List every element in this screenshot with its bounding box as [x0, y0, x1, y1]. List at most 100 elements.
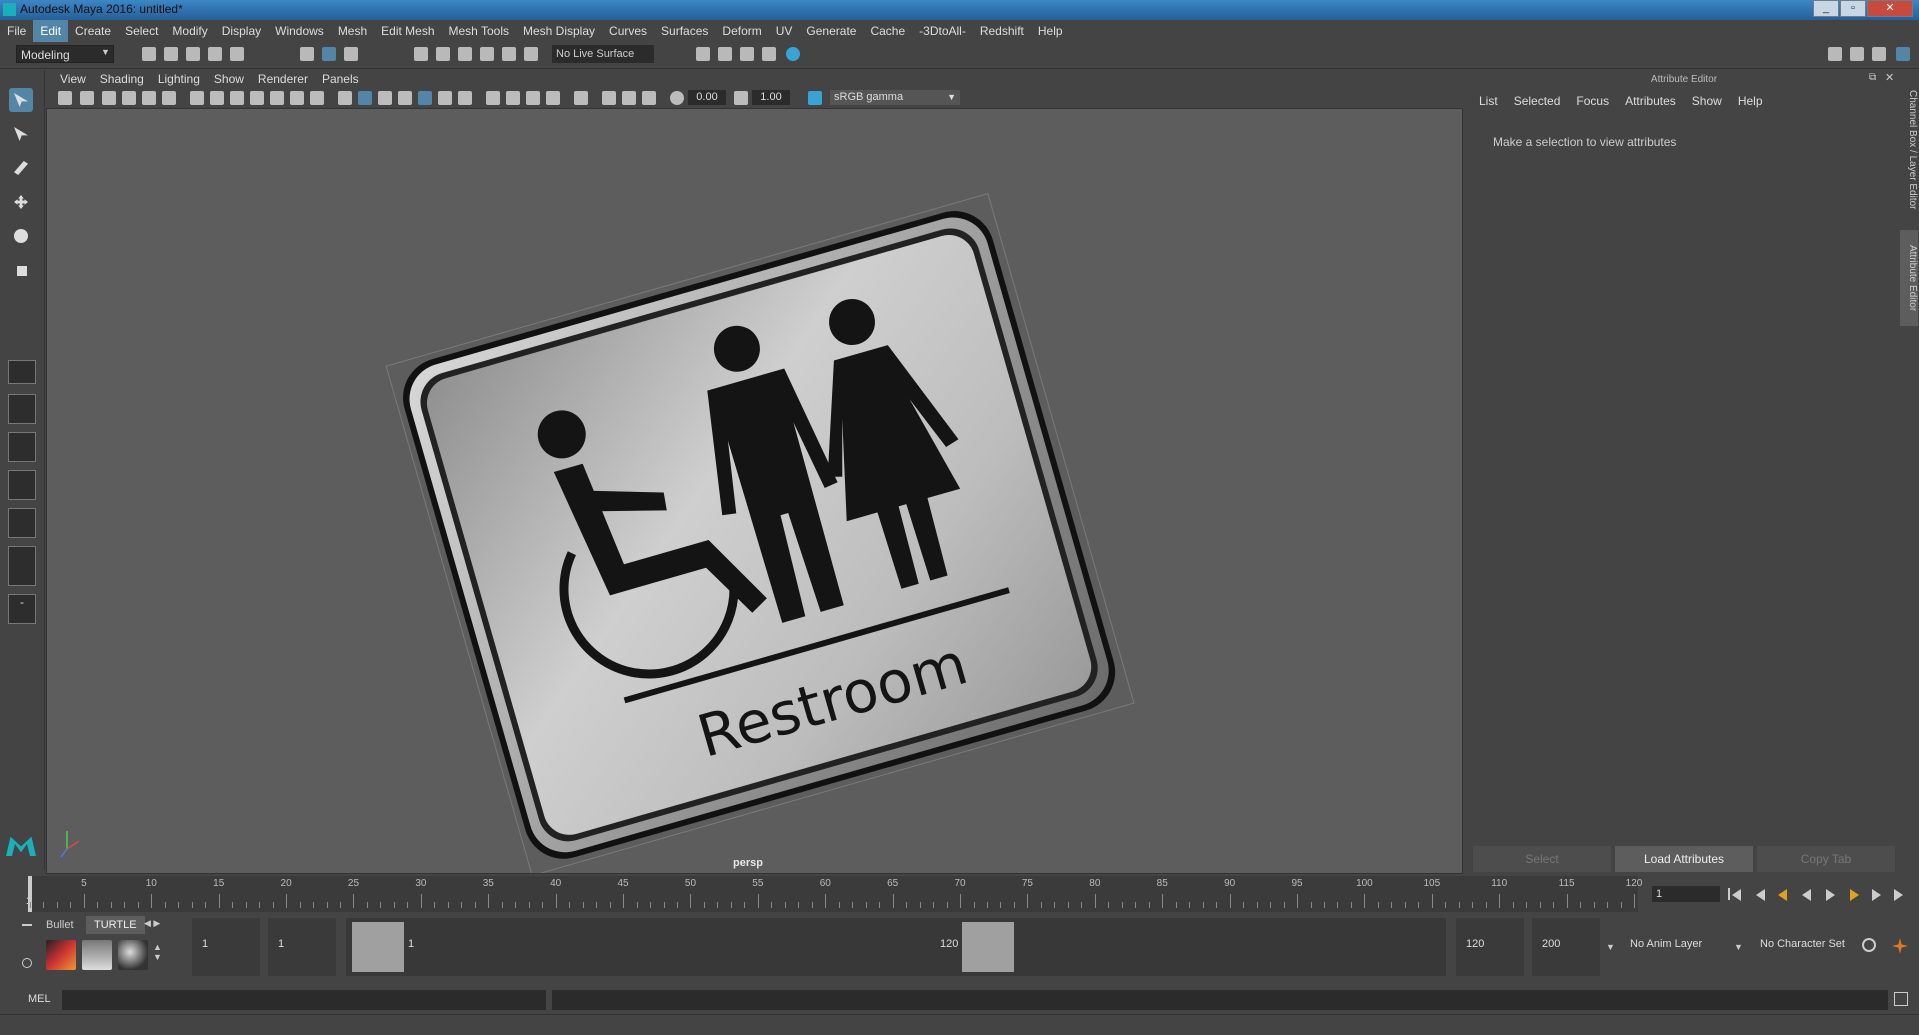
turtle-surface-icon[interactable] — [118, 940, 148, 970]
chevron-down-icon[interactable]: ▼ — [1606, 942, 1615, 952]
viewport-menu-renderer[interactable]: Renderer — [258, 70, 308, 88]
go-to-start-arrow-icon[interactable] — [1732, 889, 1741, 901]
snap-surface-icon[interactable] — [524, 47, 538, 61]
step-back-frame-icon[interactable] — [1756, 889, 1765, 901]
attribute-menu-focus[interactable]: Focus — [1576, 94, 1609, 108]
script-editor-icon[interactable] — [1894, 992, 1908, 1006]
range-slider-track[interactable]: 1 120 — [346, 918, 1446, 976]
perspective-viewport[interactable]: Restroom persp — [46, 108, 1463, 874]
shelf-scroll-icon[interactable]: ▲ ▼ — [153, 942, 162, 962]
redo-icon[interactable] — [230, 47, 244, 61]
x-ray-active-icon[interactable] — [622, 91, 636, 105]
play-forwards-icon[interactable] — [1826, 889, 1835, 901]
menu-generate[interactable]: Generate — [799, 20, 863, 42]
four-view-layout-icon[interactable] — [8, 394, 36, 424]
playback-start-field[interactable]: 1 — [268, 918, 336, 976]
menu-windows[interactable]: Windows — [268, 20, 331, 42]
mode-selector[interactable]: Modeling — [16, 45, 114, 63]
menu-file[interactable]: File — [0, 20, 33, 42]
isolate-select-icon[interactable] — [574, 91, 588, 105]
rotate-tool-icon[interactable] — [9, 224, 33, 248]
attribute-menu-show[interactable]: Show — [1692, 94, 1722, 108]
start-time-field[interactable]: 1 — [192, 918, 260, 976]
viewport-menu-shading[interactable]: Shading — [100, 70, 144, 88]
wireframe-on-shaded-icon[interactable] — [398, 91, 412, 105]
multisample-aa-icon[interactable] — [526, 91, 540, 105]
shelf-menu-icon[interactable] — [22, 924, 32, 926]
command-input[interactable] — [62, 990, 546, 1010]
turtle-render-icon[interactable] — [46, 940, 76, 970]
snap-view-plane-icon[interactable] — [480, 47, 494, 61]
gamma-field[interactable]: 1.00 — [752, 90, 790, 105]
x-ray-icon[interactable] — [602, 91, 616, 105]
color-management-icon[interactable] — [808, 91, 822, 105]
render-settings-icon[interactable] — [762, 47, 776, 61]
shelf-tab-arrows-icon[interactable]: ◀ ▶ — [144, 918, 160, 929]
menu-mesh-display[interactable]: Mesh Display — [516, 20, 602, 42]
resolution-gate-icon[interactable] — [230, 91, 244, 105]
attribute-menu-help[interactable]: Help — [1738, 94, 1763, 108]
paint-select-tool-icon[interactable] — [9, 156, 33, 180]
safe-action-icon[interactable] — [290, 91, 304, 105]
use-all-lights-icon[interactable] — [438, 91, 452, 105]
current-frame-field[interactable]: 1 — [1652, 886, 1720, 902]
copy-tab-button[interactable]: Copy Tab — [1757, 846, 1895, 872]
playback-end-field[interactable]: 120 — [1456, 918, 1524, 976]
screen-space-ao-icon[interactable] — [486, 91, 500, 105]
field-chart-icon[interactable] — [270, 91, 284, 105]
select-by-hierarchy-icon[interactable] — [300, 47, 314, 61]
play-backwards-icon[interactable] — [1802, 889, 1811, 901]
attribute-menu-selected[interactable]: Selected — [1514, 94, 1561, 108]
exposure-field[interactable]: 0.00 — [688, 90, 726, 105]
grid-icon[interactable] — [190, 91, 204, 105]
live-surface-field[interactable]: No Live Surface — [552, 45, 654, 63]
range-start-handle[interactable] — [352, 922, 404, 972]
viewport-menu-show[interactable]: Show — [214, 70, 244, 88]
grease-pencil-icon[interactable] — [162, 91, 176, 105]
menu-display[interactable]: Display — [215, 20, 268, 42]
outliner-toggle-icon[interactable] — [1850, 47, 1864, 61]
workspace-icon[interactable] — [1828, 47, 1842, 61]
menu-mesh-tools[interactable]: Mesh Tools — [442, 20, 516, 42]
menu-edit[interactable]: Edit — [33, 20, 69, 42]
shelf-tab-turtle[interactable]: TURTLE — [86, 916, 145, 934]
menu-surfaces[interactable]: Surfaces — [654, 20, 715, 42]
close-panel-icon[interactable]: ✕ — [1885, 71, 1894, 84]
menu-create[interactable]: Create — [68, 20, 118, 42]
select-by-component-icon[interactable] — [344, 47, 358, 61]
step-forward-frame-icon[interactable] — [1872, 889, 1881, 901]
exposure-icon[interactable] — [670, 91, 684, 105]
menu-modify[interactable]: Modify — [165, 20, 214, 42]
tool-settings-icon[interactable] — [1872, 47, 1886, 61]
float-panel-icon[interactable]: ⧉ — [1869, 72, 1876, 83]
ipr-render-icon[interactable] — [740, 47, 754, 61]
custom-layout-icon[interactable]: - — [8, 594, 36, 624]
select-tool-icon[interactable] — [9, 88, 33, 112]
menu-edit-mesh[interactable]: Edit Mesh — [374, 20, 441, 42]
viewport-menu-view[interactable]: View — [60, 70, 86, 88]
textured-icon[interactable] — [418, 91, 432, 105]
minimize-button[interactable]: _ — [1813, 0, 1839, 17]
x-ray-joints-icon[interactable] — [642, 91, 656, 105]
attribute-menu-attributes[interactable]: Attributes — [1625, 94, 1676, 108]
shelf-tab-bullet[interactable]: Bullet — [38, 916, 82, 934]
auto-key-icon[interactable] — [1862, 938, 1876, 952]
gamma-icon[interactable] — [734, 91, 748, 105]
camera-attributes-icon[interactable] — [80, 91, 94, 105]
save-scene-icon[interactable] — [186, 47, 200, 61]
default-lighting-icon[interactable] — [378, 91, 392, 105]
film-gate-icon[interactable] — [210, 91, 224, 105]
render-frame-icon[interactable] — [718, 47, 732, 61]
animation-preferences-icon[interactable] — [1892, 938, 1908, 954]
snap-point-icon[interactable] — [458, 47, 472, 61]
menu-help[interactable]: Help — [1031, 20, 1070, 42]
go-to-start-icon[interactable] — [1728, 888, 1730, 900]
menu-cache[interactable]: Cache — [863, 20, 912, 42]
motion-blur-icon[interactable] — [506, 91, 520, 105]
open-scene-icon[interactable] — [164, 47, 178, 61]
render-view-icon[interactable] — [696, 47, 710, 61]
maximize-button[interactable]: ▫ — [1840, 0, 1866, 17]
image-plane-icon[interactable] — [122, 91, 136, 105]
view-transform-select[interactable]: sRGB gamma ▼ — [830, 90, 960, 105]
tab-attribute-editor[interactable]: Attribute Editor — [1900, 230, 1918, 326]
